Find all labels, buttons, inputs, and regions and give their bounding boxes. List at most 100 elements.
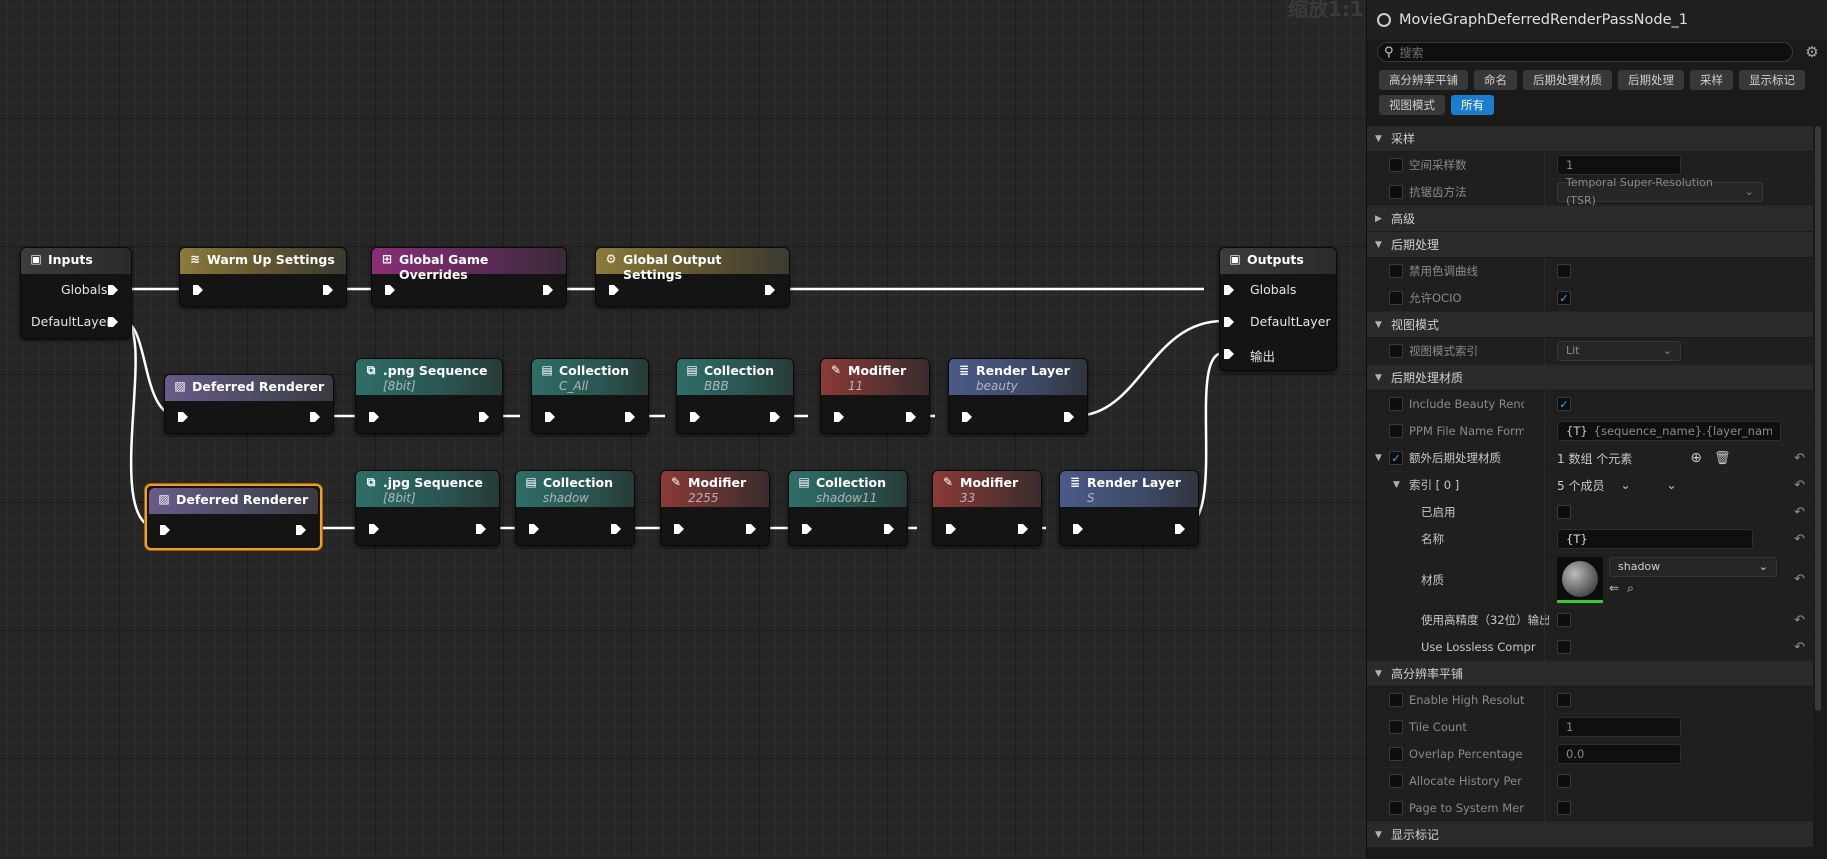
- search-input[interactable]: ⚲ 搜索: [1377, 42, 1793, 62]
- pin-in[interactable]: [673, 523, 685, 535]
- category-sampling[interactable]: ▼ 采样: [1367, 126, 1813, 152]
- lossless-checkbox[interactable]: [1557, 640, 1571, 654]
- material-dropdown[interactable]: shadow ⌄: [1609, 557, 1777, 577]
- enabled-checkbox[interactable]: [1557, 505, 1571, 519]
- override-checkbox[interactable]: [1389, 344, 1403, 358]
- category-viewmode[interactable]: ▼ 视图模式: [1367, 312, 1813, 338]
- override-checkbox[interactable]: [1389, 264, 1403, 278]
- category-hires[interactable]: ▼ 高分辨率平铺: [1367, 661, 1813, 687]
- category-advanced[interactable]: ▶ 高级: [1367, 206, 1813, 232]
- tile-count-field[interactable]: 1: [1557, 717, 1681, 737]
- render-layer-node-beauty[interactable]: ≣ Render Layer beauty: [948, 358, 1088, 434]
- pin-in[interactable]: [384, 284, 396, 296]
- inputs-node[interactable]: ▣ Inputs Globals DefaultLayer: [20, 247, 132, 339]
- pin-out[interactable]: [295, 524, 307, 536]
- collection-node-shadow[interactable]: ▤ Collection shadow: [515, 470, 635, 546]
- pin-in[interactable]: [192, 284, 204, 296]
- use-selected-icon[interactable]: ⇐: [1609, 581, 1619, 596]
- pin-in[interactable]: [1072, 523, 1084, 535]
- pin-out[interactable]: [610, 523, 622, 535]
- override-checkbox[interactable]: [1389, 693, 1403, 707]
- modifier-node-33[interactable]: ✎ Modifier 33: [932, 470, 1042, 546]
- reset-arrow-icon[interactable]: ↶: [1794, 640, 1805, 655]
- pin-in[interactable]: [368, 411, 380, 423]
- spatial-samples-field[interactable]: 1: [1557, 155, 1681, 175]
- pin-in[interactable]: [608, 284, 620, 296]
- pin-in[interactable]: [689, 411, 701, 423]
- pin-out[interactable]: [1017, 523, 1029, 535]
- pin-out[interactable]: [769, 411, 781, 423]
- override-checkbox[interactable]: [1389, 720, 1403, 734]
- pin-out[interactable]: [905, 411, 917, 423]
- pin-out[interactable]: [764, 284, 776, 296]
- settings-gear-icon[interactable]: ⚙: [1803, 42, 1821, 62]
- override-checkbox[interactable]: [1389, 747, 1403, 761]
- reset-arrow-icon[interactable]: ↶: [1794, 613, 1805, 628]
- browse-asset-icon[interactable]: ⌕: [1627, 581, 1634, 596]
- enable-hires-checkbox[interactable]: [1557, 693, 1571, 707]
- override-checkbox[interactable]: [1389, 774, 1403, 788]
- pin-in[interactable]: [961, 411, 973, 423]
- pin-out[interactable]: [624, 411, 636, 423]
- deferred-renderer-node-1[interactable]: ▨ Deferred Renderer: [164, 374, 334, 434]
- viewmode-dropdown[interactable]: Lit ⌄: [1557, 341, 1681, 361]
- pin-in[interactable]: [368, 523, 380, 535]
- pin-out[interactable]: [475, 523, 487, 535]
- pin-out[interactable]: [478, 411, 490, 423]
- pin-in[interactable]: [544, 411, 556, 423]
- collection-node-bbb[interactable]: ▤ Collection BBB: [676, 358, 794, 434]
- override-checkbox[interactable]: ✓: [1389, 451, 1403, 465]
- filter-burnin[interactable]: 显示标记: [1739, 70, 1805, 90]
- pin-in[interactable]: [945, 523, 957, 535]
- reset-arrow-icon[interactable]: ↶: [1794, 478, 1805, 493]
- ppm-file-format-field[interactable]: {T} {sequence_name}.{layer_name}.{ren...: [1557, 421, 1781, 441]
- pin-out[interactable]: [1063, 411, 1075, 423]
- pin-globals-in[interactable]: [1223, 284, 1235, 296]
- filter-naming[interactable]: 命名: [1474, 70, 1517, 90]
- pin-out[interactable]: [309, 411, 321, 423]
- page-to-memory-checkbox[interactable]: [1557, 801, 1571, 815]
- name-field[interactable]: {T}: [1557, 529, 1753, 549]
- filter-viewmode[interactable]: 视图模式: [1379, 95, 1445, 115]
- expand-arrow-icon[interactable]: ▼: [1393, 480, 1403, 490]
- disable-tonecurve-checkbox[interactable]: [1557, 264, 1571, 278]
- reset-arrow-icon[interactable]: ↶: [1794, 451, 1805, 466]
- png-sequence-node[interactable]: ⧉ .png Sequence [8bit]: [355, 358, 503, 434]
- filter-postprocess[interactable]: 后期处理: [1618, 70, 1684, 90]
- delete-icon[interactable]: 🗑: [1714, 451, 1731, 466]
- modifier-node-11[interactable]: ✎ Modifier 11: [820, 358, 930, 434]
- filter-hires[interactable]: 高分辨率平铺: [1379, 70, 1468, 90]
- pin-out[interactable]: [745, 523, 757, 535]
- material-thumbnail[interactable]: [1557, 557, 1603, 603]
- override-checkbox[interactable]: [1389, 158, 1403, 172]
- allow-ocio-checkbox[interactable]: ✓: [1557, 291, 1571, 305]
- pin-defaultlayer-in[interactable]: [1223, 316, 1235, 328]
- overlap-field[interactable]: 0.0: [1557, 744, 1681, 764]
- pin-out[interactable]: [542, 284, 554, 296]
- include-beauty-checkbox[interactable]: ✓: [1557, 397, 1571, 411]
- expand-arrow-icon[interactable]: ▼: [1375, 453, 1385, 463]
- modifier-node-2255[interactable]: ✎ Modifier 2255: [660, 470, 770, 546]
- override-checkbox[interactable]: [1389, 801, 1403, 815]
- high-precision-checkbox[interactable]: [1557, 613, 1571, 627]
- chevron-down-icon[interactable]: ⌄: [1620, 478, 1630, 492]
- pin-globals-out[interactable]: [107, 284, 119, 296]
- collection-node-c-all[interactable]: ▤ Collection C_All: [531, 358, 649, 434]
- reset-arrow-icon[interactable]: ↶: [1794, 532, 1805, 547]
- node-graph-canvas[interactable]: 缩放1:1 ▣ Inputs Globals DefaultLayer ≋ Wa…: [0, 0, 1366, 859]
- pin-defaultlayer-out[interactable]: [107, 316, 119, 328]
- global-output-node[interactable]: ⚙ Global Output Settings: [595, 247, 790, 307]
- override-checkbox[interactable]: [1389, 397, 1403, 411]
- deferred-renderer-node-2[interactable]: ▨ Deferred Renderer: [145, 484, 322, 550]
- global-overrides-node[interactable]: ⊞ Global Game Overrides: [371, 247, 567, 307]
- filter-all[interactable]: 所有: [1451, 95, 1494, 115]
- collection-node-shadow11[interactable]: ▤ Collection shadow11: [788, 470, 908, 546]
- override-checkbox[interactable]: [1389, 185, 1403, 199]
- pin-in[interactable]: [801, 523, 813, 535]
- aa-method-dropdown[interactable]: Temporal Super-Resolution (TSR) ⌄: [1557, 176, 1763, 207]
- outputs-node[interactable]: ▣ Outputs Globals DefaultLayer 输出: [1219, 247, 1337, 371]
- category-burnin[interactable]: ▼ 显示标记: [1367, 822, 1813, 848]
- reset-arrow-icon[interactable]: ↶: [1794, 505, 1805, 520]
- override-checkbox[interactable]: [1389, 291, 1403, 305]
- pin-in[interactable]: [177, 411, 189, 423]
